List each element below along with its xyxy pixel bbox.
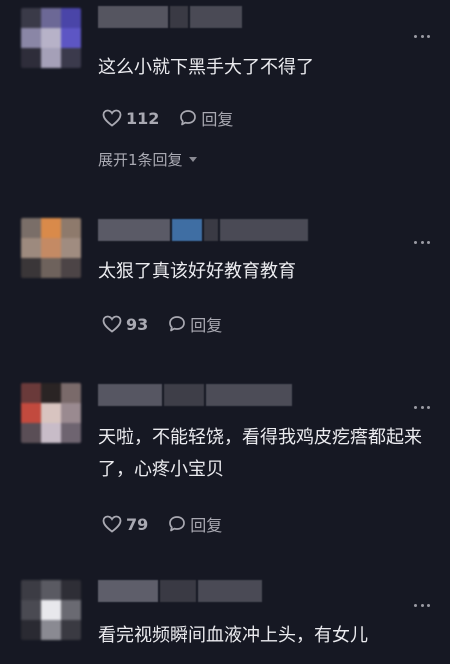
heart-icon [102,315,122,333]
reply-label: 回复 [190,516,223,535]
comment-text: 看完视频瞬间血液冲上头，有女儿 [98,625,368,646]
heart-icon [102,515,122,533]
username[interactable] [98,384,292,406]
reply-button[interactable]: 回复 [168,512,222,536]
comment-bubble-icon [180,110,197,126]
avatar[interactable] [21,383,81,443]
reply-button[interactable]: 回复 [168,312,222,336]
username[interactable] [98,580,262,602]
more-icon[interactable] [414,240,430,244]
comment-text: 太狠了真该好好教育教育 [98,261,296,282]
comment-bubble-icon [169,316,186,332]
avatar[interactable] [21,580,81,640]
like-button[interactable]: 79 [102,515,148,534]
comment-actions: 93 回复 [102,313,222,335]
chevron-down-icon [188,157,197,162]
reply-label: 回复 [201,110,234,129]
like-count: 112 [126,108,160,128]
expand-replies-button[interactable]: 展开1条回复 [98,149,197,170]
like-count: 79 [126,514,149,534]
more-icon[interactable] [414,603,430,607]
more-icon[interactable] [414,405,430,409]
username[interactable] [98,219,308,241]
username[interactable] [98,6,242,28]
avatar[interactable] [21,8,81,68]
like-button[interactable]: 112 [102,109,159,128]
expand-replies-label: 展开1条回复 [98,151,183,169]
comment-text: 这么小就下黑手大了不得了 [98,57,314,78]
more-icon[interactable] [414,34,430,38]
heart-icon [102,109,122,127]
avatar[interactable] [21,218,81,278]
comment-text: 天啦，不能轻饶，看得我鸡皮疙瘩都起来了，心疼小宝贝 [98,427,422,480]
comment-bubble-icon [169,516,186,532]
reply-button[interactable]: 回复 [179,106,233,130]
like-button[interactable]: 93 [102,315,148,334]
like-count: 93 [126,314,149,334]
comment-actions: 79 回复 [102,513,222,535]
reply-label: 回复 [190,316,223,335]
comment-actions: 112 回复 [102,107,233,129]
